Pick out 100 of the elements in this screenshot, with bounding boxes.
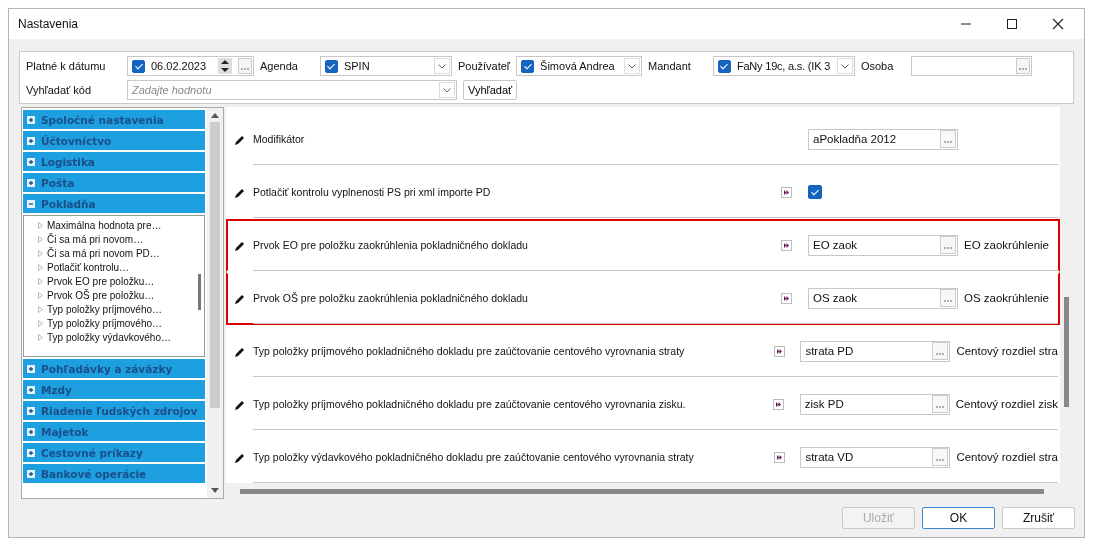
category-label: Pohľadávky a záväzky bbox=[41, 362, 173, 375]
tree-item[interactable]: Typ položky príjmového… bbox=[38, 302, 194, 316]
lookup-field[interactable]: EO zaok bbox=[808, 234, 958, 256]
tree-item-label: Či sa má pri novom PD… bbox=[47, 247, 160, 259]
arrow-up-icon[interactable] bbox=[211, 113, 219, 118]
checkbox[interactable] bbox=[132, 59, 145, 73]
plus-icon[interactable] bbox=[27, 427, 35, 436]
tree-item[interactable]: Či sa má pri novom… bbox=[38, 232, 194, 246]
combo-box[interactable]: FaNy 19c, a.s. (IK 3 bbox=[712, 56, 855, 76]
plus-icon[interactable] bbox=[27, 406, 35, 415]
field-label: Agenda bbox=[260, 60, 298, 72]
setting-label: Typ položky príjmového pokladničného dokladu pre zaúčtovanie centového vyrovnania zisku. bbox=[253, 398, 687, 410]
field-value: EO zaok bbox=[813, 239, 858, 251]
lookup-field[interactable] bbox=[911, 56, 1033, 76]
fast-forward-icon[interactable] bbox=[773, 451, 785, 463]
setting-label: Prvok OŠ pre položku zaokrúhlenia pokladničného dokladu bbox=[253, 292, 529, 304]
value-description: Centový rozdiel zisk bbox=[955, 398, 1058, 410]
plus-icon[interactable] bbox=[27, 115, 35, 124]
chevron-down-icon[interactable] bbox=[624, 58, 641, 74]
checkbox[interactable] bbox=[717, 59, 731, 73]
fast-forward-icon[interactable] bbox=[781, 292, 792, 304]
tree-item-label: Typ položky výdavkového… bbox=[47, 331, 171, 343]
pencil-icon[interactable] bbox=[234, 292, 246, 305]
pencil-icon[interactable] bbox=[234, 451, 246, 464]
tree-item[interactable]: Typ položky príjmového… bbox=[38, 316, 194, 330]
category-label: Majetok bbox=[41, 425, 89, 438]
fast-forward-icon[interactable] bbox=[781, 239, 792, 251]
lookup-field[interactable]: aPokladňa 2012 bbox=[808, 128, 958, 150]
combo-box[interactable]: Šimová Andrea bbox=[516, 56, 643, 76]
plus-icon[interactable] bbox=[27, 178, 35, 187]
field-label: Mandant bbox=[648, 60, 691, 72]
category-label: Bankové operácie bbox=[41, 467, 147, 480]
field-value: OS zaok bbox=[813, 292, 858, 304]
chevron-down-icon[interactable] bbox=[836, 58, 853, 74]
setting-label: Typ položky výdavkového pokladničného dokladu pre zaúčtovanie centového vyrovnania straty bbox=[253, 451, 695, 463]
setting-label: Potlačiť kontrolu vyplnenosti PS pri xml importe PD bbox=[253, 186, 492, 198]
field-value: zisk PD bbox=[804, 398, 844, 410]
tree-item-label: Typ položky príjmového… bbox=[47, 303, 163, 315]
tree-item[interactable]: Potlačiť kontrolu… bbox=[38, 260, 194, 274]
chevron-down-icon[interactable] bbox=[439, 82, 455, 98]
pencil-icon[interactable] bbox=[234, 345, 246, 358]
tree-item[interactable]: Typ položky výdavkového… bbox=[38, 330, 194, 344]
plus-icon[interactable] bbox=[27, 364, 35, 373]
lookup-field[interactable]: OS zaok bbox=[808, 287, 958, 309]
field-value: Šimová Andrea bbox=[540, 60, 616, 72]
setting-label: Typ položky príjmového pokladničného dokladu pre zaúčtovanie centového vyrovnania straty bbox=[253, 345, 686, 357]
tree-item-label: Maximálna hodnota pre… bbox=[47, 219, 162, 231]
tree-item-label: Či sa má pri novom… bbox=[47, 233, 144, 245]
plus-icon[interactable] bbox=[27, 157, 35, 166]
category-label: Pošta bbox=[41, 176, 75, 189]
fast-forward-icon[interactable] bbox=[773, 398, 785, 410]
tree-item[interactable]: Prvok EO pre položku… bbox=[38, 274, 194, 288]
setting-label: Prvok EO pre položku zaokrúhlenia pokladničného dokladu bbox=[253, 239, 529, 251]
date-field[interactable]: 06.02.2023 bbox=[127, 56, 254, 76]
dialog-button[interactable]: Zrušiť bbox=[1002, 507, 1075, 529]
combo-box[interactable]: SPIN bbox=[319, 56, 452, 76]
category-label: Cestovné príkazy bbox=[41, 446, 143, 459]
value-description: EO zaokrúhlenie bbox=[964, 239, 1050, 251]
tree-item[interactable]: Prvok OŠ pre položku… bbox=[38, 288, 194, 302]
lookup-field[interactable]: strata PD bbox=[800, 340, 951, 362]
field-value: aPokladňa 2012 bbox=[813, 133, 897, 145]
checkbox[interactable] bbox=[521, 59, 535, 73]
checkbox[interactable] bbox=[324, 59, 338, 73]
lookup-field[interactable]: strata VD bbox=[800, 446, 951, 468]
pencil-icon[interactable] bbox=[234, 186, 246, 199]
pencil-icon[interactable] bbox=[234, 398, 246, 411]
tree-item[interactable]: Či sa má pri novom PD… bbox=[38, 246, 194, 260]
tree-item[interactable]: Maximálna hodnota pre… bbox=[38, 218, 194, 232]
field-label: Vyhľadať kód bbox=[26, 84, 93, 96]
pencil-icon[interactable] bbox=[234, 239, 246, 252]
arrow-down-icon[interactable] bbox=[211, 488, 219, 493]
fast-forward-icon[interactable] bbox=[781, 186, 792, 198]
field-value: strata PD bbox=[805, 345, 854, 357]
field-value: FaNy 19c, a.s. (IK 3 bbox=[736, 60, 831, 72]
scrollbar[interactable] bbox=[240, 489, 1044, 494]
minus-icon[interactable] bbox=[27, 199, 35, 208]
search-button[interactable]: Vyhľadať bbox=[463, 80, 518, 100]
window-title: Nastavenia bbox=[18, 17, 79, 31]
scrollbar[interactable] bbox=[207, 108, 223, 498]
spinner-icon[interactable] bbox=[218, 58, 232, 74]
tree-item-label: Prvok OŠ pre položku… bbox=[47, 289, 155, 301]
plus-icon[interactable] bbox=[27, 469, 35, 478]
close-icon[interactable] bbox=[1052, 18, 1064, 30]
checkbox[interactable] bbox=[808, 185, 822, 199]
field-value: strata VD bbox=[805, 451, 854, 463]
plus-icon[interactable] bbox=[27, 385, 35, 394]
chevron-down-icon[interactable] bbox=[433, 58, 450, 74]
field-value: 06.02.2023 bbox=[151, 60, 208, 72]
pencil-icon[interactable] bbox=[234, 133, 246, 146]
fast-forward-icon[interactable] bbox=[773, 345, 785, 357]
plus-icon[interactable] bbox=[27, 136, 35, 145]
setting-label: Modifikátor bbox=[253, 133, 306, 145]
search-field[interactable]: Zadajte hodnotu bbox=[127, 80, 457, 100]
scrollbar-thumb[interactable] bbox=[210, 122, 220, 408]
plus-icon[interactable] bbox=[27, 448, 35, 457]
field-value: SPIN bbox=[343, 60, 371, 72]
lookup-field[interactable]: zisk PD bbox=[799, 393, 950, 415]
category-label: Logistika bbox=[41, 155, 95, 168]
dialog-button[interactable]: OK bbox=[922, 507, 995, 529]
maximize-icon[interactable] bbox=[1006, 18, 1018, 30]
